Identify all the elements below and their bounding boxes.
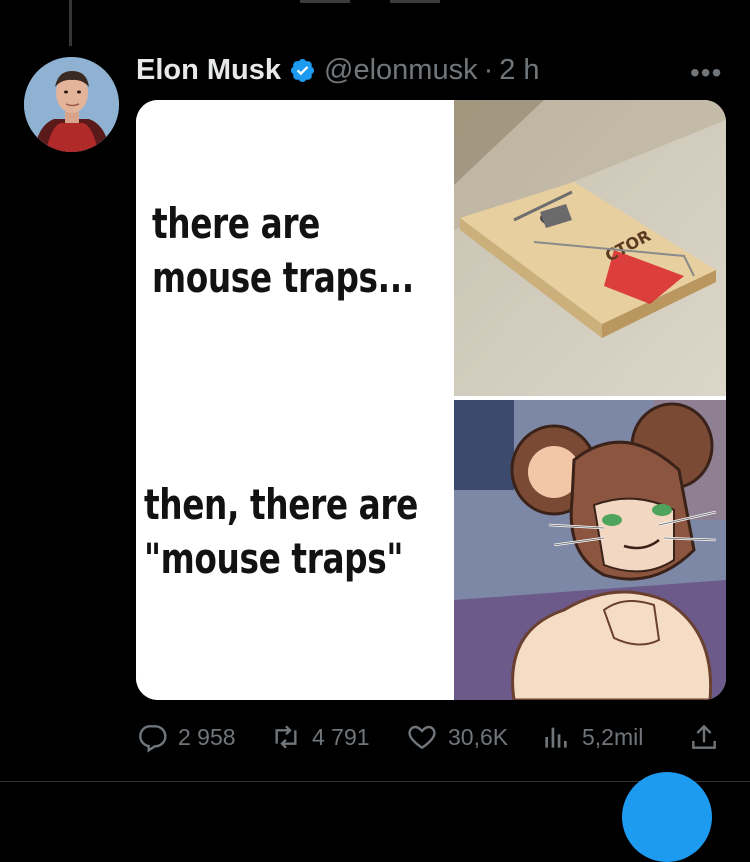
meme-caption-top: there are mouse traps... (152, 199, 414, 302)
previous-tweet-actions-remnant (300, 0, 520, 4)
views-button[interactable]: 5,2mil (540, 721, 643, 753)
mousetrap-photo: CTOR (454, 100, 726, 398)
retweet-count: 4 791 (312, 723, 370, 750)
reply-count: 2 958 (178, 723, 236, 750)
thread-connector-line (69, 0, 72, 46)
avatar[interactable] (24, 57, 119, 152)
meme-text-panel: there are mouse traps... then, there are… (136, 100, 454, 700)
share-button[interactable] (688, 721, 730, 753)
tweet-media-image[interactable]: there are mouse traps... then, there are… (136, 100, 726, 700)
timestamp[interactable]: 2 h (499, 54, 539, 87)
author-handle[interactable]: @elonmusk (324, 54, 478, 87)
reply-button[interactable]: 2 958 (136, 721, 236, 753)
like-count: 30,6K (448, 723, 509, 750)
reply-icon (139, 725, 167, 753)
meme-caption-bottom: then, there are "mouse traps" (144, 480, 418, 583)
like-icon (408, 725, 436, 750)
share-icon (692, 724, 716, 749)
retweet-button[interactable]: 4 791 (270, 721, 370, 753)
avatar-image (24, 57, 119, 152)
views-icon (545, 727, 567, 748)
like-button[interactable]: 30,6K (406, 721, 508, 753)
cartoon-mouse-drawing (454, 400, 726, 700)
more-icon[interactable]: ••• (690, 57, 726, 88)
separator-dot: · (483, 53, 494, 86)
tweet-header: Elon Musk @elonmusk · 2 h (136, 52, 540, 88)
compose-tweet-button[interactable] (622, 772, 712, 862)
retweet-icon (275, 725, 297, 749)
views-count: 5,2mil (582, 723, 644, 750)
verified-badge-icon[interactable] (289, 57, 316, 84)
tweet-actions-bar: 2 958 4 791 30,6K 5,2mil (136, 721, 726, 753)
author-name[interactable]: Elon Musk (136, 54, 281, 87)
